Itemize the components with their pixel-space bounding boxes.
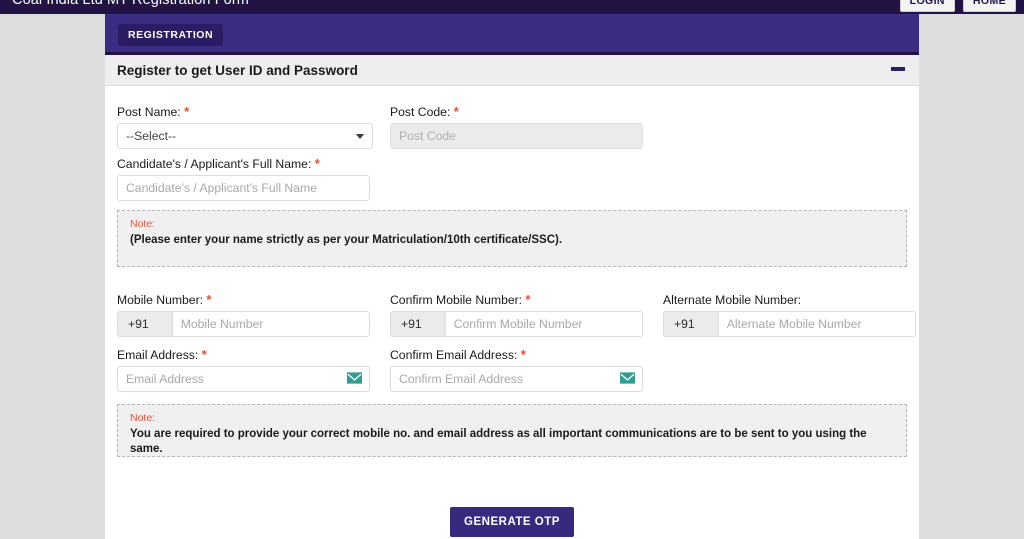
alternate-mobile-label: Alternate Mobile Number: (663, 293, 802, 307)
window-title-bar: Coal India Ltd MT Registration Form LOGI… (0, 0, 1024, 14)
required-asterisk: * (453, 104, 459, 119)
full-name-label: Candidate's / Applicant's Full Name: * (117, 156, 320, 171)
login-button[interactable]: LOGIN (899, 0, 955, 12)
note-label: Note: (130, 412, 156, 424)
confirm-mobile-label: Confirm Mobile Number: * (390, 292, 531, 307)
form-row-email: Email Address: * Confirm Email Address: … (117, 347, 907, 397)
mobile-country-code: +91 (117, 311, 172, 337)
field-post-code: Post Code: * (390, 104, 643, 149)
field-mobile: Mobile Number: * +91 (117, 292, 370, 337)
required-asterisk: * (184, 104, 190, 119)
post-name-select[interactable]: --Select-- (117, 123, 373, 149)
confirm-mobile-input[interactable] (444, 311, 643, 337)
form-row-post: Post Name: * --Select-- Post Code: * (117, 104, 907, 156)
alternate-mobile-input[interactable] (717, 311, 916, 337)
registration-bar: REGISTRATION (105, 14, 919, 55)
home-button[interactable]: HOME (962, 0, 1016, 12)
field-confirm-email: Confirm Email Address: * (390, 347, 643, 392)
note-contact-box: Note: You are required to provide your c… (117, 404, 907, 457)
required-asterisk: * (206, 292, 212, 307)
tab-registration[interactable]: REGISTRATION (118, 24, 224, 46)
required-asterisk: * (314, 156, 320, 171)
field-confirm-mobile: Confirm Mobile Number: * +91 (390, 292, 643, 337)
note-label: Note: (130, 218, 156, 230)
minus-icon[interactable] (891, 67, 905, 71)
window-actions: LOGIN HOME (899, 0, 1016, 12)
confirm-mobile-country-code: +91 (390, 311, 445, 337)
field-email: Email Address: * (117, 347, 370, 392)
note-text: (Please enter your name strictly as per … (130, 234, 563, 246)
confirm-email-label: Confirm Email Address: * (390, 347, 526, 362)
post-name-label: Post Name: * (117, 104, 190, 119)
page-container: REGISTRATION Register to get User ID and… (105, 14, 919, 539)
page-title: Register to get User ID and Password (117, 63, 358, 78)
required-asterisk: * (525, 292, 531, 307)
field-full-name: Candidate's / Applicant's Full Name: * (117, 156, 370, 201)
window-title: Coal India Ltd MT Registration Form (12, 0, 249, 8)
email-label: Email Address: * (117, 347, 207, 362)
registration-form: Post Name: * --Select-- Post Code: * Can… (105, 86, 919, 537)
full-name-input[interactable] (117, 175, 370, 201)
required-asterisk: * (520, 347, 526, 362)
post-code-label: Post Code: * (390, 104, 459, 119)
alternate-mobile-country-code: +91 (663, 311, 718, 337)
panel-header: Register to get User ID and Password (105, 55, 919, 86)
mobile-input[interactable] (171, 311, 370, 337)
form-row-mobile: Mobile Number: * +91 Confirm Mobile Numb… (117, 292, 916, 347)
note-text: You are required to provide your correct… (130, 428, 867, 455)
otp-button-row: GENERATE OTP (105, 507, 919, 537)
required-asterisk: * (201, 347, 207, 362)
field-post-name: Post Name: * --Select-- (117, 104, 373, 149)
note-name-box: Note: (Please enter your name strictly a… (117, 210, 907, 267)
confirm-email-input[interactable] (390, 366, 643, 392)
field-alternate-mobile: Alternate Mobile Number: +91 (663, 292, 916, 337)
email-input[interactable] (117, 366, 370, 392)
generate-otp-button[interactable]: GENERATE OTP (450, 507, 574, 537)
mobile-label: Mobile Number: * (117, 292, 212, 307)
post-code-input[interactable] (390, 123, 643, 149)
form-row-name: Candidate's / Applicant's Full Name: * (117, 156, 907, 209)
